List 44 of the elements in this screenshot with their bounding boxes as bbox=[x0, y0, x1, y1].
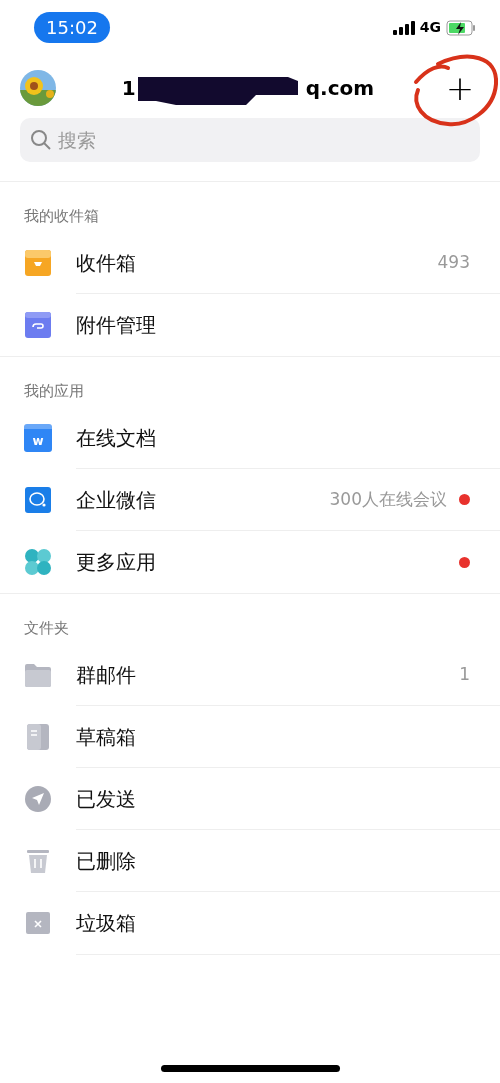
folder-icon bbox=[24, 661, 52, 689]
add-button[interactable]: + bbox=[440, 70, 480, 105]
item-label: 企业微信 bbox=[76, 486, 156, 514]
menu-item[interactable]: 已删除 bbox=[0, 830, 500, 892]
menu-item[interactable]: 草稿箱 bbox=[0, 706, 500, 768]
chat-icon bbox=[24, 486, 52, 514]
item-label: 在线文档 bbox=[76, 424, 156, 452]
signal-icon bbox=[392, 20, 415, 35]
item-label: 草稿箱 bbox=[76, 723, 136, 751]
search-icon bbox=[30, 129, 52, 151]
item-label: 已发送 bbox=[76, 785, 136, 813]
trash-icon bbox=[24, 847, 52, 875]
menu-item[interactable]: 收件箱 493 bbox=[0, 232, 500, 294]
inbox-icon bbox=[24, 249, 52, 277]
section-header: 我的收件箱 bbox=[24, 207, 99, 225]
status-time: 15:02 bbox=[34, 12, 110, 43]
menu-item[interactable]: w 在线文档 bbox=[0, 407, 500, 469]
menu-item[interactable]: 企业微信 300人在线会议 bbox=[0, 469, 500, 531]
item-count: 1 bbox=[459, 662, 470, 686]
item-count: 300人在线会议 bbox=[329, 487, 447, 511]
menu-item[interactable]: 垃圾箱 bbox=[0, 892, 500, 954]
item-label: 附件管理 bbox=[76, 312, 156, 339]
menu-item[interactable]: 群邮件 1 bbox=[0, 644, 500, 706]
battery-charging-icon bbox=[446, 19, 476, 36]
section-header: 文件夹 bbox=[24, 619, 69, 637]
item-label: 群邮件 bbox=[76, 661, 136, 689]
item-count: 493 bbox=[437, 250, 470, 274]
spam-box-icon bbox=[24, 909, 52, 937]
network-label: 4G bbox=[419, 18, 441, 37]
item-label: 已删除 bbox=[76, 847, 136, 875]
account-title: 1 bbox=[121, 74, 136, 102]
document-icon bbox=[24, 723, 52, 751]
item-label: 更多应用 bbox=[76, 549, 156, 576]
paper-plane-icon bbox=[24, 785, 52, 813]
attachment-icon bbox=[24, 311, 52, 339]
document-app-icon: w bbox=[24, 424, 52, 452]
account-title: q.com bbox=[305, 74, 375, 102]
item-label: 收件箱 bbox=[76, 249, 136, 277]
menu-item[interactable]: 附件管理 bbox=[0, 294, 500, 356]
menu-item[interactable]: 已发送 bbox=[0, 768, 500, 830]
section-header: 我的应用 bbox=[24, 382, 84, 400]
menu-item[interactable]: 更多应用 bbox=[0, 531, 500, 593]
apps-icon bbox=[24, 548, 52, 576]
item-label: 垃圾箱 bbox=[76, 910, 136, 937]
